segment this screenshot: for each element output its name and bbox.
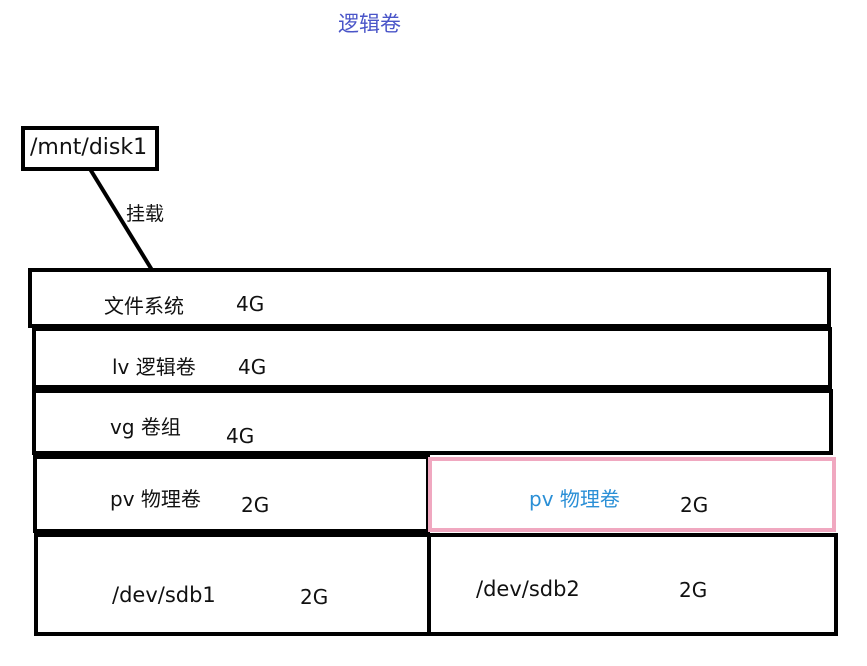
pv-right-size: 2G [680,493,709,517]
mount-point-label: /mnt/disk1 [30,135,148,160]
lv-size: 4G [238,355,267,379]
dev-sdb1-label: /dev/sdb1 [112,583,216,607]
filesystem-label: 文件系统 [104,294,184,318]
mount-edge-label: 挂载 [126,203,165,225]
pv-left-label: pv 物理卷 [110,487,201,511]
dev-sdb1-layer [34,533,431,636]
pv-right-layer [428,457,836,532]
pv-left-layer [33,455,430,533]
lv-label: lv 逻辑卷 [112,355,196,379]
dev-sdb2-label: /dev/sdb2 [476,577,580,601]
vg-label: vg 卷组 [110,415,181,439]
pv-left-size: 2G [241,493,270,517]
pv-right-label: pv 物理卷 [529,487,620,511]
filesystem-size: 4G [236,292,265,316]
dev-sdb2-size: 2G [679,578,708,602]
dev-sdb1-size: 2G [300,585,329,609]
vg-size: 4G [226,424,255,448]
diagram-title: 逻辑卷 [338,12,401,36]
